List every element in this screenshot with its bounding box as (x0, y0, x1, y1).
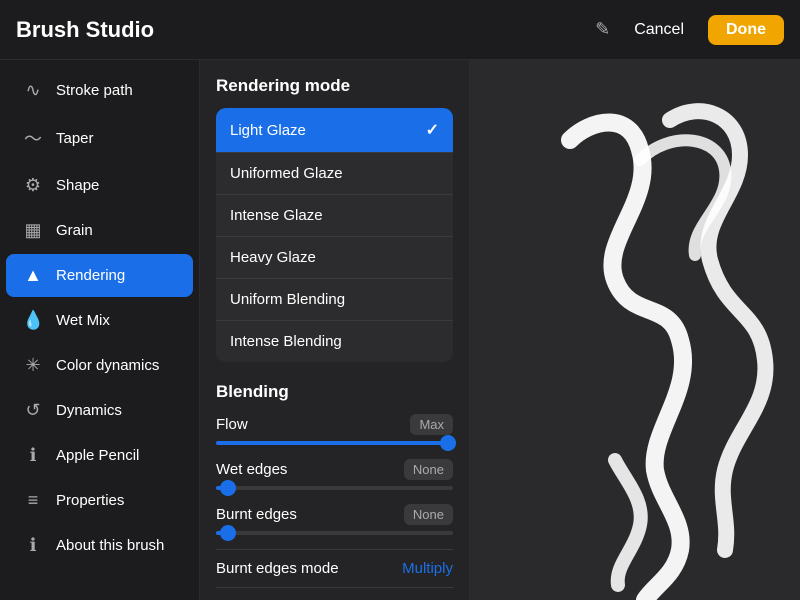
blend-mode-row[interactable]: Blend mode Normal (216, 587, 453, 600)
burnt-edges-mode-label: Burnt edges mode (216, 560, 339, 577)
apple-pencil-icon: ℹ (22, 445, 44, 466)
sidebar-label-properties: Properties (56, 492, 124, 509)
properties-icon: ≡ (22, 490, 44, 511)
rendering-mode-list: Light Glaze ✓ Uniformed Glaze Intense Gl… (216, 108, 453, 362)
wet-edges-value: None (404, 459, 453, 480)
sidebar-label-apple-pencil: Apple Pencil (56, 447, 139, 464)
middle-panel: Rendering mode Light Glaze ✓ Uniformed G… (200, 60, 470, 600)
sidebar-label-dynamics: Dynamics (56, 402, 122, 419)
blending-section: Blending Flow Max Wet edges None (216, 382, 453, 600)
sidebar-item-dynamics[interactable]: ↺ Dynamics (6, 389, 193, 432)
sidebar-item-rendering[interactable]: ▲ Rendering (6, 254, 193, 297)
render-label-heavy-glaze: Heavy Glaze (230, 249, 316, 266)
render-item-intense-glaze[interactable]: Intense Glaze (216, 195, 453, 237)
page-title: Brush Studio (16, 17, 154, 43)
canvas-area (470, 60, 800, 600)
done-button[interactable]: Done (708, 15, 784, 45)
render-label-uniformed-glaze: Uniformed Glaze (230, 165, 343, 182)
burnt-edges-label: Burnt edges (216, 506, 297, 523)
sidebar-item-color-dynamics[interactable]: ✳ Color dynamics (6, 344, 193, 387)
render-label-uniform-blending: Uniform Blending (230, 291, 345, 308)
flow-slider-fill (216, 441, 448, 445)
shape-icon: ⚙ (22, 175, 44, 196)
brush-stroke-svg (470, 60, 800, 600)
sidebar-item-about[interactable]: ℹ About this brush (6, 524, 193, 567)
wet-edges-row: Wet edges None (216, 459, 453, 490)
burnt-edges-mode-value: Multiply (402, 560, 453, 577)
stroke-path-icon: ∿ (22, 80, 44, 101)
wet-edges-slider-thumb[interactable] (220, 480, 236, 496)
burnt-edges-slider-track[interactable] (216, 531, 453, 535)
sidebar: ∿ Stroke path 〜 Taper ⚙ Shape ▦ Grain ▲ … (0, 60, 200, 600)
burnt-edges-value: None (404, 504, 453, 525)
render-label-intense-glaze: Intense Glaze (230, 207, 323, 224)
sidebar-label-color-dynamics: Color dynamics (56, 357, 159, 374)
flow-label: Flow (216, 416, 248, 433)
checkmark-icon: ✓ (426, 120, 439, 140)
flow-value: Max (410, 414, 453, 435)
render-item-light-glaze[interactable]: Light Glaze ✓ (216, 108, 453, 153)
cancel-button[interactable]: Cancel (622, 15, 696, 45)
wet-mix-icon: 💧 (22, 310, 44, 331)
rendering-icon: ▲ (22, 265, 44, 286)
burnt-edges-row: Burnt edges None (216, 504, 453, 535)
sidebar-item-taper[interactable]: 〜 Taper (6, 114, 193, 162)
sidebar-label-grain: Grain (56, 222, 93, 239)
sidebar-label-wet-mix: Wet Mix (56, 312, 110, 329)
render-item-heavy-glaze[interactable]: Heavy Glaze (216, 237, 453, 279)
about-icon: ℹ (22, 535, 44, 556)
sidebar-item-wet-mix[interactable]: 💧 Wet Mix (6, 299, 193, 342)
burnt-edges-slider-thumb[interactable] (220, 525, 236, 541)
flow-header: Flow Max (216, 414, 453, 435)
render-label-intense-blending: Intense Blending (230, 333, 342, 350)
sidebar-label-shape: Shape (56, 177, 99, 194)
wet-edges-header: Wet edges None (216, 459, 453, 480)
sidebar-label-rendering: Rendering (56, 267, 125, 284)
burnt-edges-mode-row[interactable]: Burnt edges mode Multiply (216, 549, 453, 587)
render-item-uniform-blending[interactable]: Uniform Blending (216, 279, 453, 321)
flow-row: Flow Max (216, 414, 453, 445)
header-actions: ✎ Cancel Done (595, 15, 784, 45)
render-item-uniformed-glaze[interactable]: Uniformed Glaze (216, 153, 453, 195)
sidebar-item-properties[interactable]: ≡ Properties (6, 479, 193, 522)
sidebar-label-taper: Taper (56, 130, 94, 147)
sidebar-item-apple-pencil[interactable]: ℹ Apple Pencil (6, 434, 193, 477)
dynamics-icon: ↺ (22, 400, 44, 421)
render-item-intense-blending[interactable]: Intense Blending (216, 321, 453, 362)
edit-icon[interactable]: ✎ (595, 19, 610, 40)
flow-slider-thumb[interactable] (440, 435, 456, 451)
sidebar-item-shape[interactable]: ⚙ Shape (6, 164, 193, 207)
sidebar-item-grain[interactable]: ▦ Grain (6, 209, 193, 252)
render-label-light-glaze: Light Glaze (230, 122, 306, 139)
blending-title: Blending (216, 382, 453, 402)
main-layout: ∿ Stroke path 〜 Taper ⚙ Shape ▦ Grain ▲ … (0, 60, 800, 600)
sidebar-item-stroke-path[interactable]: ∿ Stroke path (6, 69, 193, 112)
taper-icon: 〜 (22, 125, 44, 151)
rendering-mode-title: Rendering mode (216, 76, 453, 96)
wet-edges-label: Wet edges (216, 461, 287, 478)
sidebar-label-stroke-path: Stroke path (56, 82, 133, 99)
grain-icon: ▦ (22, 220, 44, 241)
color-dynamics-icon: ✳ (22, 355, 44, 376)
burnt-edges-header: Burnt edges None (216, 504, 453, 525)
sidebar-label-about: About this brush (56, 537, 164, 554)
wet-edges-slider-track[interactable] (216, 486, 453, 490)
flow-slider-track[interactable] (216, 441, 453, 445)
header: Brush Studio ✎ Cancel Done (0, 0, 800, 60)
brush-preview (470, 60, 800, 600)
